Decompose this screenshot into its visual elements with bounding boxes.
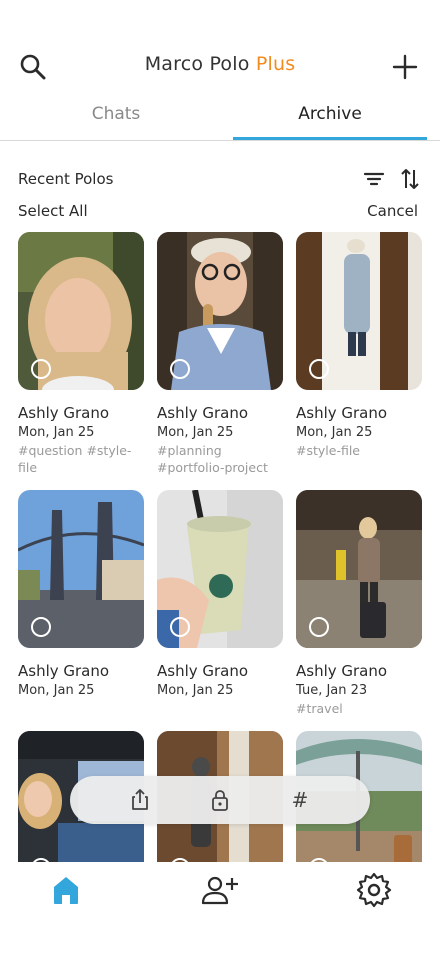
tab-bar: Chats Archive xyxy=(0,96,440,141)
tab-archive[interactable]: Archive xyxy=(220,104,440,124)
active-tab-indicator xyxy=(233,137,427,140)
polo-sender: Ashly Grano xyxy=(157,662,249,680)
home-icon[interactable] xyxy=(46,870,86,910)
select-circle[interactable] xyxy=(309,359,329,379)
polo-grid: Ashly Grano Mon, Jan 25 #question #style… xyxy=(0,232,440,862)
polo-date: Mon, Jan 25 xyxy=(157,683,234,698)
filter-icon[interactable] xyxy=(363,168,385,190)
polo-sender: Ashly Grano xyxy=(18,662,110,680)
polo-card[interactable]: Ashly Grano Mon, Jan 25 #style-file xyxy=(296,232,422,459)
plus-icon[interactable] xyxy=(390,52,420,82)
polo-thumbnail[interactable] xyxy=(18,232,144,390)
select-all-button[interactable]: Select All xyxy=(18,202,88,220)
polo-date: Mon, Jan 25 xyxy=(296,425,373,440)
section-title: Recent Polos xyxy=(18,170,114,188)
polo-card[interactable]: Ashly Grano Mon, Jan 25 #question #style… xyxy=(18,232,144,476)
polo-sender: Ashly Grano xyxy=(296,662,388,680)
polo-tags: #question #style-file xyxy=(18,443,132,475)
polo-card[interactable]: Ashly Grano Mon, Jan 25 xyxy=(18,490,144,698)
bottom-nav xyxy=(0,862,440,956)
polo-sender: Ashly Grano xyxy=(157,404,249,422)
polo-date: Mon, Jan 25 xyxy=(157,425,234,440)
tab-chats[interactable]: Chats xyxy=(6,104,226,124)
polo-tags: #travel xyxy=(296,701,343,716)
select-circle[interactable] xyxy=(170,617,190,637)
app-title-main: Marco Polo xyxy=(144,53,250,75)
hashtag-icon[interactable]: # xyxy=(288,788,312,812)
polo-thumbnail[interactable] xyxy=(157,490,283,648)
polo-sender: Ashly Grano xyxy=(296,404,388,422)
select-circle[interactable] xyxy=(309,617,329,637)
polo-date: Tue, Jan 23 xyxy=(296,683,368,698)
polo-thumbnail[interactable] xyxy=(18,490,144,648)
selection-action-bar: # xyxy=(70,776,370,824)
polo-thumbnail[interactable] xyxy=(296,490,422,648)
polo-date: Mon, Jan 25 xyxy=(18,425,95,440)
cancel-button[interactable]: Cancel xyxy=(367,202,418,220)
polo-thumbnail[interactable] xyxy=(296,232,422,390)
app-title: Marco Polo Plus xyxy=(0,53,440,75)
select-circle[interactable] xyxy=(170,359,190,379)
sort-icon[interactable] xyxy=(399,166,421,192)
app-title-plus: Plus xyxy=(255,53,296,75)
select-circle[interactable] xyxy=(31,359,51,379)
add-friend-icon[interactable] xyxy=(200,870,240,910)
lock-icon[interactable] xyxy=(208,788,232,812)
polo-sender: Ashly Grano xyxy=(18,404,110,422)
polo-thumbnail[interactable] xyxy=(157,232,283,390)
polo-card[interactable]: Ashly Grano Mon, Jan 25 xyxy=(157,490,283,698)
share-icon[interactable] xyxy=(128,788,152,812)
polo-card[interactable]: Ashly Grano Tue, Jan 23 #travel xyxy=(296,490,422,717)
polo-tags: #style-file xyxy=(296,443,360,458)
select-circle[interactable] xyxy=(31,617,51,637)
polo-card[interactable]: Ashly Grano Mon, Jan 25 #planning #portf… xyxy=(157,232,283,476)
polo-tags: #planning #portfolio-project xyxy=(157,443,268,475)
app-header: Marco Polo Plus xyxy=(0,0,440,100)
settings-icon[interactable] xyxy=(354,870,394,910)
polo-date: Mon, Jan 25 xyxy=(18,683,95,698)
